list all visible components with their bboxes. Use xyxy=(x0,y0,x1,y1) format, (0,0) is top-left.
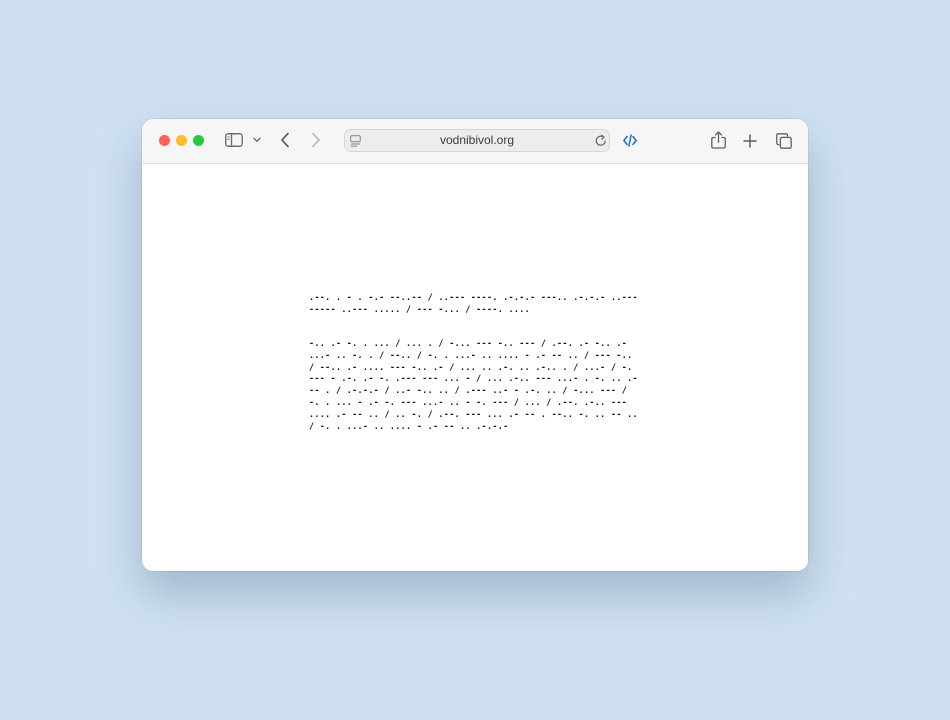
reload-icon[interactable] xyxy=(595,134,607,147)
chevron-left-icon[interactable] xyxy=(280,132,290,148)
browser-toolbar: vodnibivol.org xyxy=(142,119,808,164)
code-icon[interactable] xyxy=(623,134,637,147)
chevron-right-icon[interactable] xyxy=(311,132,321,148)
browser-window: vodnibivol.org .--. . - . -.- --..-- / .… xyxy=(142,119,808,571)
url-text[interactable]: vodnibivol.org xyxy=(345,130,609,151)
sidebar-icon[interactable] xyxy=(225,133,243,147)
morse-paragraph-1: .--. . - . -.- --..-- / ..--- ----. .-.-… xyxy=(309,292,638,314)
minimize-window-button[interactable] xyxy=(176,135,187,146)
close-window-button[interactable] xyxy=(159,135,170,146)
zoom-window-button[interactable] xyxy=(193,135,204,146)
morse-paragraph-2: -.. .- -. . ... / ... . / -... --- -.. -… xyxy=(309,338,638,431)
tabs-icon[interactable] xyxy=(776,133,792,149)
chevron-down-icon[interactable] xyxy=(253,137,261,143)
address-bar[interactable]: vodnibivol.org xyxy=(344,129,610,152)
page-content: .--. . - . -.- --..-- / ..--- ----. .-.-… xyxy=(142,164,808,571)
share-icon[interactable] xyxy=(711,131,726,149)
plus-icon[interactable] xyxy=(743,134,757,148)
